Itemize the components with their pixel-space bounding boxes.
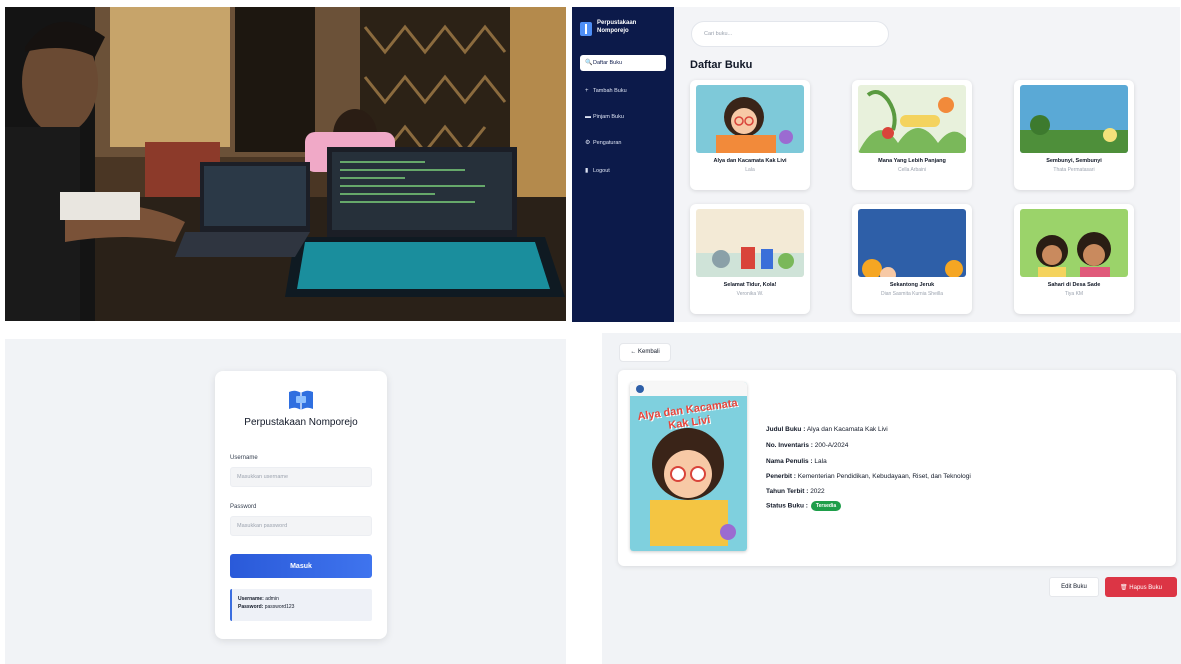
info-penerbit: Penerbit : Kementerian Pendidikan, Kebud… [766,473,971,480]
password-label: Password [230,504,257,510]
book-logo-icon [580,22,592,36]
logout-icon: ▮ [585,168,589,174]
book-title: Sekantong Jeruk [889,282,935,288]
page-title: Daftar Buku [690,59,753,71]
delete-book-button[interactable]: 🗑 Hapus Buku [1105,577,1177,597]
sidebar-item-label: Daftar Buku [593,60,623,66]
book-cover [1020,209,1128,277]
sidebar-item-label: Pinjam Buku [593,114,624,120]
book-cover [858,85,966,153]
info-penulis: Nama Penulis : Lala [766,458,827,465]
login-button[interactable]: Masuk [230,554,372,578]
cover-illustration [858,209,966,277]
sidebar-item-label: Logout [593,168,610,174]
book-card[interactable]: Sembunyi, Sembunyi Thata Permatasari [1014,80,1134,190]
plus-icon: + [585,88,589,94]
brand-line1: Perpustakaan [597,20,637,26]
search-icon: 🔍 [585,60,593,66]
book-author: Cella Arbaini [897,167,927,173]
book-author: Dian Sasmita Kurnia Sheilla [881,291,943,297]
sidebar-item-logout[interactable]: ▮ Logout [572,163,674,179]
book-author: Thata Permatasari [1053,167,1095,173]
info-judul: Judul Buku : Alya dan Kacamata Kak Livi [766,426,888,433]
status-badge: Tersedia [810,501,842,511]
book-title: Mana Yang Lebih Panjang [878,158,946,164]
brand-line2: Nomporejo [597,28,629,34]
book-cover [696,85,804,153]
sidebar: Perpustakaan Nomporejo 🔍Daftar Buku + Tam… [572,7,674,322]
hint-username-label: Username: [238,596,264,602]
book-author: Lala [745,167,755,173]
hint-password-value: password123 [264,604,295,610]
book-title: Selamat Tidur, Kola! [723,282,777,288]
book-card[interactable]: Sahari di Desa Sade Tiya KM [1014,204,1134,314]
info-tahun: Tahun Terbit : 2022 [766,488,825,495]
book-list-screen: Perpustakaan Nomporejo 🔍Daftar Buku + Tam… [572,7,1180,322]
cover-illustration [696,209,804,277]
info-status: Status Buku : Tersedia [766,501,842,511]
brand-text: Perpustakaan Nomporejo [597,19,667,35]
brand: Perpustakaan Nomporejo [580,19,670,41]
password-input[interactable]: Masukkan password [230,516,372,536]
book-card[interactable]: Sekantong Jeruk Dian Sasmita Kurnia Shei… [852,204,972,314]
photo-panel [5,7,566,321]
book-card[interactable]: Selamat Tidur, Kola! Veronika W. [690,204,810,314]
cover-illustration [858,85,966,153]
book-title: Sembunyi, Sembunyi [1046,158,1102,164]
book-card[interactable]: Mana Yang Lebih Panjang Cella Arbaini [852,80,972,190]
sidebar-item-pinjam-buku[interactable]: ▬ Pinjam Buku [572,109,674,125]
sidebar-item-pengaturan[interactable]: ⚙ Pengaturan [572,135,674,151]
edit-book-button[interactable]: Edit Buku [1049,577,1099,597]
library-logo-icon [289,390,313,410]
cover-illustration [1020,85,1128,153]
search-input[interactable]: Cari buku... [691,21,889,47]
book-cover [696,209,804,277]
book-author: Veronika W. [736,291,764,297]
sidebar-item-tambah-buku[interactable]: + Tambah Buku [572,83,674,99]
book-detail-card: Alya dan Kacamata Kak Livi Judul Buku : … [618,370,1176,566]
cover-illustration [696,85,804,153]
book-title: Alya dan Kacamata Kak Livi [713,158,787,164]
back-button[interactable]: ← Kembali [619,343,671,362]
book-author: Tiya KM [1064,291,1084,297]
book-icon: ▬ [585,114,591,120]
cover-illustration [1020,209,1128,277]
hint-username-value: admin [265,596,279,602]
book-cover [858,209,966,277]
sidebar-item-daftar-buku[interactable]: 🔍Daftar Buku [572,55,674,71]
username-input[interactable]: Masukkan username [230,467,372,487]
book-card[interactable]: Alya dan Kacamata Kak Livi Lala [690,80,810,190]
hint-password-label: Password: [238,604,264,610]
book-cover-large: Alya dan Kacamata Kak Livi [630,382,747,551]
login-card: Perpustakaan Nomporejo Username Masukkan… [215,371,387,639]
credentials-hint: Username: admin Password: password123 [230,589,372,621]
gear-icon: ⚙ [585,140,591,146]
sidebar-item-label: Pengaturan [593,140,622,146]
book-cover [1020,85,1128,153]
login-title: Perpustakaan Nomporejo [244,417,358,428]
info-inventaris: No. Inventaris : 200-A/2024 [766,442,849,449]
book-title: Sahari di Desa Sade [1047,282,1101,288]
sidebar-item-label: Tambah Buku [593,88,627,94]
username-label: Username [230,455,258,461]
photo-illustration [5,7,566,321]
